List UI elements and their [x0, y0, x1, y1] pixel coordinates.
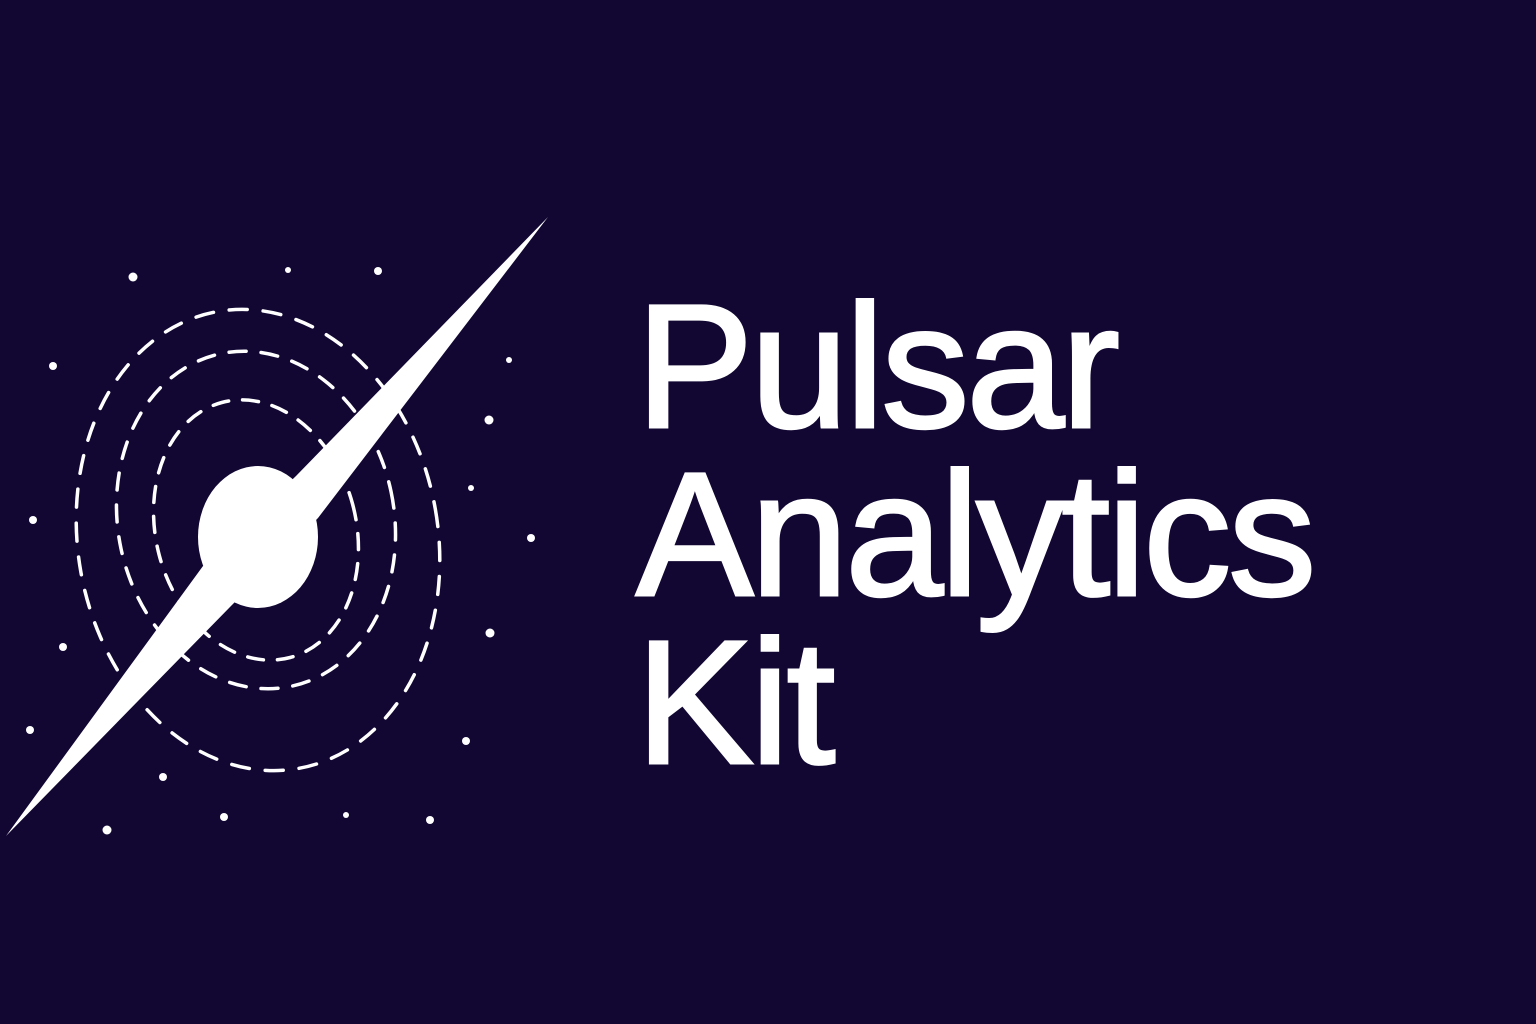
- product-name-line-2: Analytics: [634, 437, 1317, 633]
- product-name-line-1: Pulsar: [634, 269, 1121, 465]
- pulsar-icon: [6, 217, 548, 836]
- product-name-line-3: Kit: [634, 605, 836, 801]
- product-name: Pulsar Analytics Kit: [634, 269, 1317, 801]
- pulsar-core: [198, 466, 318, 608]
